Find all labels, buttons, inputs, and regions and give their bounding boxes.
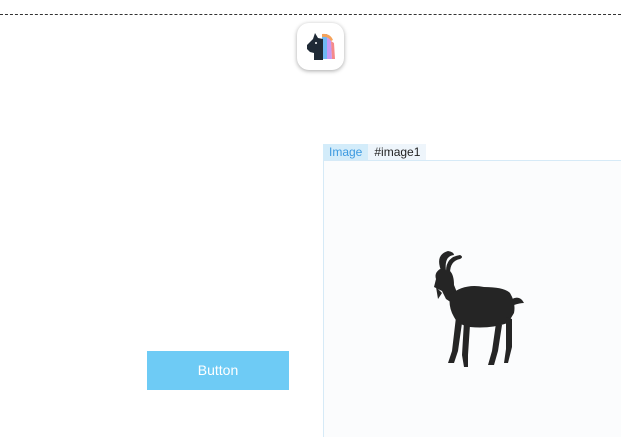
image-element-label: Image #image1 <box>323 144 427 160</box>
unicorn-logo-icon[interactable] <box>297 23 344 70</box>
unicorn-icon <box>306 32 335 60</box>
button[interactable]: Button <box>147 351 289 390</box>
canvas: Image #image1 Button <box>0 0 621 437</box>
element-type-tag: Image <box>323 144 369 160</box>
page-edge-divider <box>0 14 621 15</box>
goat-icon <box>434 251 524 367</box>
image1-frame[interactable] <box>323 160 621 437</box>
element-id-tag: #image1 <box>368 144 427 160</box>
